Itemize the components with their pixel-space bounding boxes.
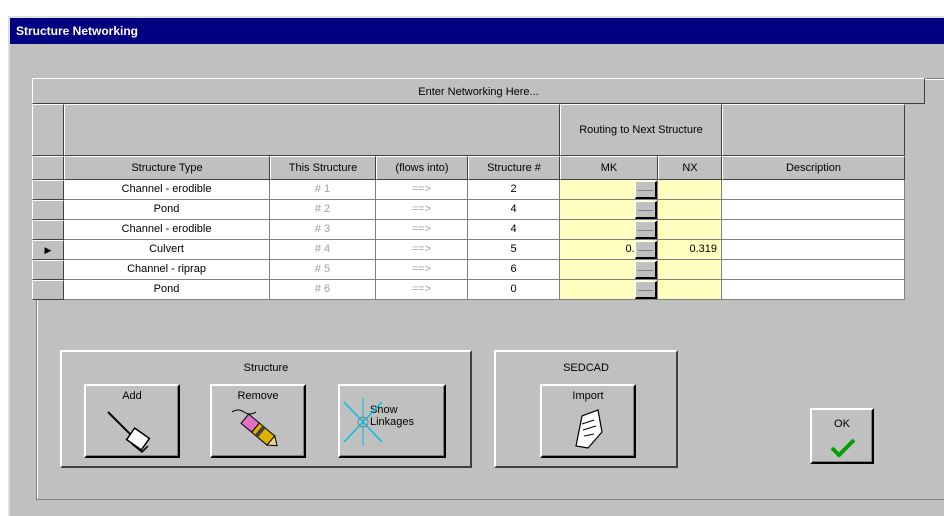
cell-structure-number[interactable]: 2 [468, 180, 560, 200]
col-structure-type[interactable]: Structure Type [64, 156, 270, 180]
routing-group-header: Routing to Next Structure [560, 104, 722, 156]
col-nx[interactable]: NX [658, 156, 722, 180]
eraser-pencil-icon [231, 409, 278, 447]
mk-spin-button[interactable] [635, 201, 657, 219]
description-group-header [722, 104, 905, 156]
cell-structure-type[interactable]: Channel - riprap [64, 260, 270, 280]
col-description[interactable]: Description [722, 156, 905, 180]
row-selector[interactable] [32, 220, 64, 240]
cell-structure-type[interactable]: Pond [64, 200, 270, 220]
checkmark-icon [830, 438, 856, 458]
import-button[interactable]: Import [540, 384, 636, 458]
cell-nx[interactable] [658, 280, 722, 300]
cell-this-structure: # 5 [270, 260, 376, 280]
table-banner: Enter Networking Here... [32, 78, 925, 104]
remove-structure-button[interactable]: Remove [210, 384, 306, 458]
row-selector[interactable] [32, 180, 64, 200]
ok-button-label: OK [834, 418, 850, 430]
import-hand-icon [575, 409, 603, 449]
row-selector[interactable] [32, 200, 64, 220]
linkages-icon [343, 398, 383, 446]
cell-nx[interactable]: 0.319 [658, 240, 722, 260]
cell-description[interactable] [722, 260, 905, 280]
col-this-structure[interactable]: This Structure [270, 156, 376, 180]
mk-spin-button[interactable] [635, 261, 657, 279]
cell-description[interactable] [722, 200, 905, 220]
add-structure-button[interactable]: Add [84, 384, 180, 458]
add-button-label: Add [122, 390, 142, 402]
cell-flows-into: ==> [376, 220, 468, 240]
cell-structure-number[interactable]: 4 [468, 200, 560, 220]
remove-button-label: Remove [237, 390, 279, 402]
cell-description[interactable] [722, 280, 905, 300]
cell-this-structure: # 1 [270, 180, 376, 200]
cell-structure-number[interactable]: 6 [468, 260, 560, 280]
header-spacer [905, 104, 925, 156]
cell-flows-into: ==> [376, 240, 468, 260]
row-selector[interactable] [32, 280, 64, 300]
row-selector[interactable] [32, 260, 64, 280]
col-structure-number[interactable]: Structure # [468, 156, 560, 180]
cell-structure-number[interactable]: 0 [468, 280, 560, 300]
cell-description[interactable] [722, 220, 905, 240]
cell-nx[interactable] [658, 260, 722, 280]
cell-this-structure: # 2 [270, 200, 376, 220]
cell-this-structure: # 4 [270, 240, 376, 260]
cell-flows-into: ==> [376, 260, 468, 280]
cell-flows-into: ==> [376, 180, 468, 200]
current-row-marker-icon: ▶ [44, 244, 52, 255]
ok-button[interactable]: OK [810, 408, 874, 464]
mk-spin-button[interactable] [635, 241, 657, 259]
cell-nx[interactable] [658, 200, 722, 220]
import-button-label: Import [572, 390, 604, 402]
structure-panel: Structure Add Remove Show Linkages [60, 350, 472, 468]
row-selector[interactable]: ▶ [32, 240, 64, 260]
cell-nx[interactable] [658, 220, 722, 240]
cell-structure-type[interactable]: Culvert [64, 240, 270, 260]
window-title: Structure Networking [10, 18, 944, 44]
cell-flows-into: ==> [376, 280, 468, 300]
show-linkages-button[interactable]: Show Linkages [338, 384, 446, 458]
cell-this-structure: # 3 [270, 220, 376, 240]
cell-flows-into: ==> [376, 200, 468, 220]
cell-nx[interactable] [658, 180, 722, 200]
cell-structure-type[interactable]: Pond [64, 280, 270, 300]
cell-structure-type[interactable]: Channel - erodible [64, 220, 270, 240]
col-mk[interactable]: MK [560, 156, 658, 180]
sedcad-panel: SEDCAD Import [494, 350, 678, 468]
row-selector-header [32, 104, 64, 156]
cell-description[interactable] [722, 240, 905, 260]
row-selector-colheader [32, 156, 64, 180]
hand-pointer-icon [107, 411, 151, 454]
cell-structure-number[interactable]: 5 [468, 240, 560, 260]
sedcad-panel-title: SEDCAD [563, 362, 609, 374]
col-flows-into[interactable]: (flows into) [376, 156, 468, 180]
cell-structure-type[interactable]: Channel - erodible [64, 180, 270, 200]
structure-panel-title: Structure [243, 362, 289, 374]
cell-structure-number[interactable]: 4 [468, 220, 560, 240]
cell-this-structure: # 6 [270, 280, 376, 300]
blank-group-header [64, 104, 560, 156]
mk-spin-button[interactable] [635, 181, 657, 199]
cell-description[interactable] [722, 180, 905, 200]
mk-spin-button[interactable] [635, 221, 657, 239]
mk-spin-button[interactable] [635, 281, 657, 299]
